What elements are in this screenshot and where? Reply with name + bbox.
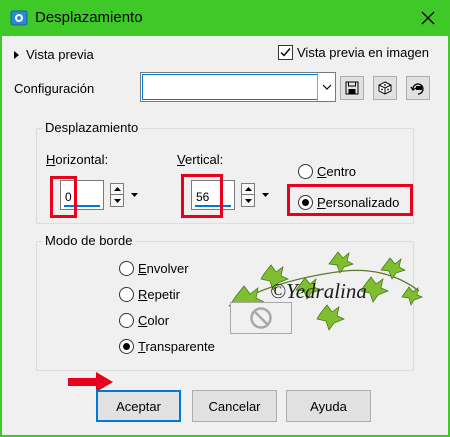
reset-button[interactable]: [406, 76, 430, 100]
highlight-box: [50, 176, 77, 218]
horizontal-updown[interactable]: [110, 183, 124, 207]
radio-circle[interactable]: [119, 261, 134, 276]
vertical-updown[interactable]: [241, 183, 255, 207]
preview-in-image-checkbox[interactable]: Vista previa en imagen: [278, 45, 429, 60]
close-icon: [421, 11, 434, 25]
watermark-text: ©Yedralina: [270, 279, 367, 303]
expand-arrow-icon: [14, 50, 19, 59]
arrow-down-icon[interactable]: [242, 195, 254, 206]
close-button[interactable]: [405, 0, 450, 36]
radio-circle[interactable]: [119, 339, 134, 354]
title-bar[interactable]: Desplazamiento: [0, 0, 450, 36]
config-combobox[interactable]: [140, 72, 336, 102]
radio-repeat-label: Repetir: [138, 287, 180, 302]
save-icon: [345, 81, 359, 95]
radio-wrap-label: Envolver: [138, 261, 189, 276]
radio-color-label: Color: [138, 313, 170, 328]
radio-color[interactable]: Color: [119, 313, 169, 328]
chevron-down-icon[interactable]: [317, 73, 335, 101]
preview-toggle[interactable]: Vista previa: [14, 47, 94, 62]
checkbox-box[interactable]: [278, 45, 293, 60]
window-title: Desplazamiento: [35, 9, 143, 26]
highlight-box: [287, 184, 413, 216]
no-color-icon: [250, 307, 272, 329]
preview-toggle-label: Vista previa: [26, 47, 94, 62]
radio-center[interactable]: Centro: [298, 164, 356, 179]
config-label: Configuración: [14, 81, 95, 96]
radio-repeat[interactable]: Repetir: [119, 287, 180, 302]
dialog-window: Desplazamiento Vista previa Vista previa…: [0, 0, 450, 437]
save-preset-button[interactable]: [340, 76, 364, 100]
arrow-up-icon[interactable]: [242, 184, 254, 195]
randomize-button[interactable]: [373, 76, 397, 100]
radio-wrap[interactable]: Envolver: [119, 261, 189, 276]
offset-group-title: Desplazamiento: [42, 120, 142, 135]
radio-transparent[interactable]: Transparente: [119, 339, 215, 354]
chevron-down-icon[interactable]: [259, 183, 271, 207]
highlight-box: [181, 174, 223, 218]
cancel-button[interactable]: Cancelar: [192, 390, 277, 422]
checkmark-icon: [280, 48, 291, 57]
radio-circle[interactable]: [298, 164, 313, 179]
color-swatch-button[interactable]: [230, 302, 292, 334]
preview-in-image-label: Vista previa en imagen: [297, 45, 430, 60]
accept-button[interactable]: Aceptar: [96, 390, 181, 422]
dice-icon: [378, 81, 392, 95]
arrow-down-icon[interactable]: [111, 195, 123, 206]
dialog-body: Vista previa Vista previa en imagen Conf…: [2, 36, 448, 435]
radio-transparent-label: Transparente: [138, 339, 215, 354]
edge-mode-group-title: Modo de borde: [42, 233, 136, 248]
reset-icon: [410, 83, 424, 95]
chevron-down-icon[interactable]: [128, 183, 140, 207]
radio-circle[interactable]: [119, 313, 134, 328]
app-icon: [10, 9, 28, 27]
radio-center-label: Centro: [317, 164, 357, 179]
vertical-label: Vertical:: [177, 152, 224, 167]
arrow-up-icon[interactable]: [111, 184, 123, 195]
help-button[interactable]: Ayuda: [286, 390, 371, 422]
config-field[interactable]: [142, 74, 318, 100]
horizontal-label: Horizontal:: [46, 152, 109, 167]
radio-circle[interactable]: [119, 287, 134, 302]
